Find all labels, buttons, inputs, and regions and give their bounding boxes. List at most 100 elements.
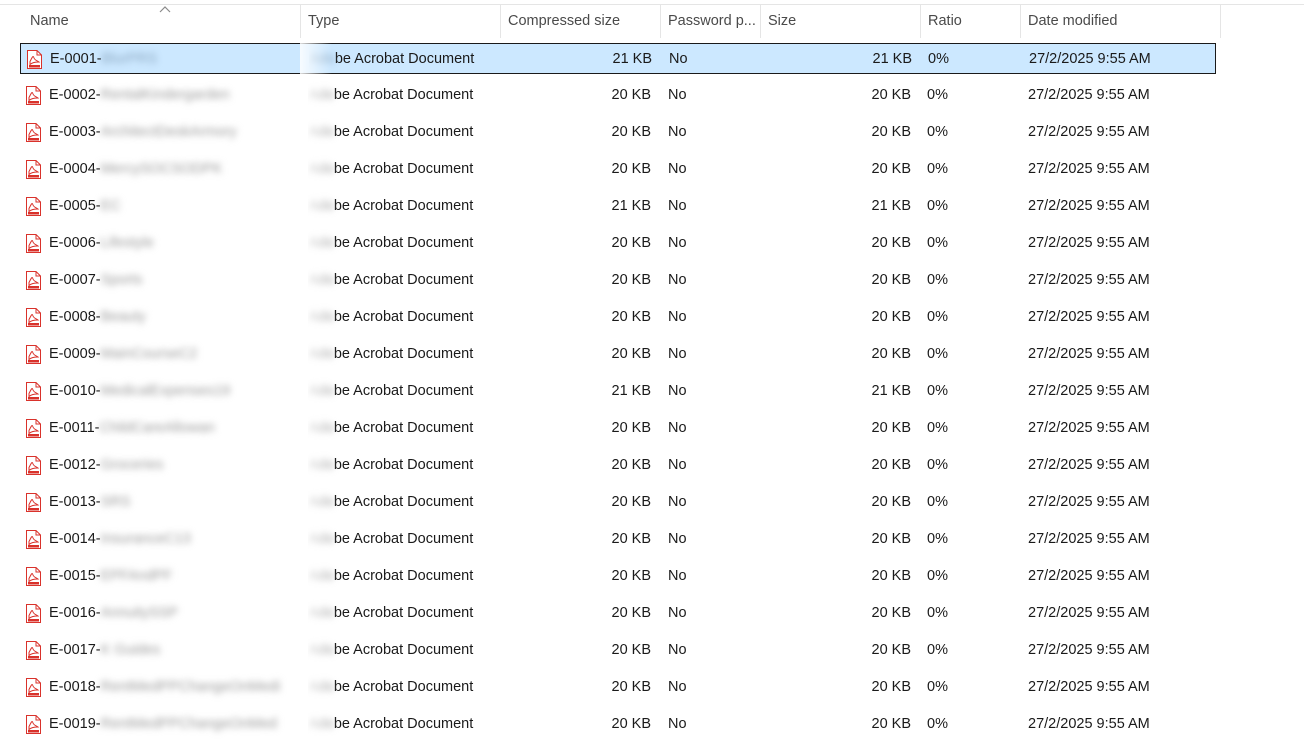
password-protected-cell: No: [668, 309, 687, 325]
compressed-size-cell: 20 KB: [611, 642, 652, 658]
table-row[interactable]: E-0006-Lifestyle Adobe Acrobat Document 20…: [20, 228, 1216, 259]
compressed-size-cell: 21 KB: [611, 383, 652, 399]
redacted-type-prefix: Ado: [308, 198, 334, 214]
redacted-name: EC: [100, 198, 121, 214]
file-type: be Acrobat Document: [333, 235, 474, 251]
redacted-name: InsuranceC13: [100, 531, 191, 547]
column-header-size[interactable]: Size: [760, 5, 920, 38]
column-header-compressed-size[interactable]: Compressed size: [500, 5, 660, 38]
redacted-name: Groceries: [100, 457, 164, 473]
file-type-cell: Adobe Acrobat Document: [308, 302, 498, 333]
file-name: E-0001-: [50, 51, 102, 67]
file-name-cell[interactable]: E-0012-Groceries: [49, 450, 309, 481]
file-type: be Acrobat Document: [333, 87, 474, 103]
file-type: be Acrobat Document: [333, 420, 474, 436]
file-name-cell[interactable]: E-0017-K Guides: [49, 635, 309, 666]
table-row[interactable]: E-0015-EPFAndPF Adobe Acrobat Document 20 …: [20, 561, 1216, 592]
ratio-cell: 0%: [928, 51, 949, 67]
file-type-cell: Adobe Acrobat Document: [308, 228, 498, 259]
file-type: be Acrobat Document: [333, 272, 474, 288]
file-name: E-0007-: [49, 272, 101, 288]
date-modified-cell: 27/2/2025 9:55 AM: [1028, 383, 1150, 399]
password-protected-cell: No: [668, 420, 687, 436]
column-header-ratio[interactable]: Ratio: [920, 5, 1020, 38]
file-name-cell[interactable]: E-0001-BlurPRS: [50, 44, 310, 75]
file-name-cell[interactable]: E-0003-ArchitectDeskArmory: [49, 117, 309, 148]
column-header-password[interactable]: Password p...: [660, 5, 760, 38]
file-name-cell[interactable]: E-0014-InsuranceC13: [49, 524, 309, 555]
file-name: E-0009-: [49, 346, 101, 362]
table-row[interactable]: E-0014-InsuranceC13 Adobe Acrobat Documen…: [20, 524, 1216, 555]
ratio-cell: 0%: [927, 605, 948, 621]
table-row[interactable]: E-0013-SRS Adobe Acrobat Document 20 KB No 2…: [20, 487, 1216, 518]
pdf-file-icon: [25, 197, 42, 216]
table-row[interactable]: E-0008-Beauty Adobe Acrobat Document 20 KB…: [20, 302, 1216, 333]
table-row[interactable]: E-0002-RentalKindergarden Adobe Acrobat D…: [20, 80, 1216, 111]
file-name: E-0019-: [49, 716, 101, 732]
date-modified-cell: 27/2/2025 9:55 AM: [1028, 346, 1150, 362]
column-resize-handle[interactable]: [1220, 5, 1221, 38]
size-cell: 20 KB: [871, 605, 912, 621]
file-type: be Acrobat Document: [333, 161, 474, 177]
redacted-type-prefix: Ado: [308, 494, 334, 510]
table-row[interactable]: E-0001-BlurPRS Adobe Acrobat Document 21 K…: [20, 43, 1216, 74]
file-name-cell[interactable]: E-0004-MercySOCSODPK: [49, 154, 309, 185]
ratio-cell: 0%: [927, 124, 948, 140]
ratio-cell: 0%: [927, 272, 948, 288]
date-modified-cell: 27/2/2025 9:55 AM: [1028, 235, 1150, 251]
pdf-file-icon: [25, 678, 42, 697]
file-name-cell[interactable]: E-0019-RentMedPPChangeOnMed: [49, 709, 309, 740]
file-name: E-0012-: [49, 457, 101, 473]
file-name-cell[interactable]: E-0015-EPFAndPF: [49, 561, 309, 592]
pdf-file-icon: [25, 641, 42, 660]
table-row[interactable]: E-0019-RentMedPPChangeOnMed Adobe Acrobat…: [20, 709, 1216, 740]
file-type-cell: Adobe Acrobat Document: [308, 450, 498, 481]
column-header-date-modified-label: Date modified: [1028, 13, 1118, 29]
compressed-size-cell: 20 KB: [611, 716, 652, 732]
file-type: be Acrobat Document: [334, 51, 475, 67]
size-cell: 20 KB: [871, 309, 912, 325]
compressed-size-cell: 20 KB: [611, 124, 652, 140]
table-row[interactable]: E-0004-MercySOCSODPK Adobe Acrobat Docume…: [20, 154, 1216, 185]
file-name-cell[interactable]: E-0016-AnnuitySSP: [49, 598, 309, 629]
file-name-cell[interactable]: E-0013-SRS: [49, 487, 309, 518]
file-type: be Acrobat Document: [333, 605, 474, 621]
file-name-cell[interactable]: E-0008-Beauty: [49, 302, 309, 333]
table-row[interactable]: E-0010-MedicalExpenses19 Adobe Acrobat Do…: [20, 376, 1216, 407]
column-header-date-modified[interactable]: Date modified: [1020, 5, 1220, 38]
table-row[interactable]: E-0003-ArchitectDeskArmory Adobe Acrobat …: [20, 117, 1216, 148]
pdf-file-icon: [25, 123, 42, 142]
password-protected-cell: No: [668, 198, 687, 214]
table-row[interactable]: E-0018-RentMedPPChangeOnMedi Adobe Acroba…: [20, 672, 1216, 703]
file-name-cell[interactable]: E-0002-RentalKindergarden: [49, 80, 309, 111]
file-name-cell[interactable]: E-0007-Sports: [49, 265, 309, 296]
table-row[interactable]: E-0005-EC Adobe Acrobat Document 21 KB No 21…: [20, 191, 1216, 222]
file-name-cell[interactable]: E-0009-MainCourseC2: [49, 339, 309, 370]
redacted-name: SRS: [100, 494, 131, 510]
file-name-cell[interactable]: E-0005-EC: [49, 191, 309, 222]
file-name-cell[interactable]: E-0006-Lifestyle: [49, 228, 309, 259]
password-protected-cell: No: [668, 531, 687, 547]
file-name-cell[interactable]: E-0011-ChildCareAllowan: [49, 413, 309, 444]
file-name-cell[interactable]: E-0010-MedicalExpenses19: [49, 376, 309, 407]
size-cell: 21 KB: [872, 51, 913, 67]
table-row[interactable]: E-0011-ChildCareAllowan Adobe Acrobat Doc…: [20, 413, 1216, 444]
table-row[interactable]: E-0012-Groceries Adobe Acrobat Document 20…: [20, 450, 1216, 481]
size-cell: 20 KB: [871, 346, 912, 362]
date-modified-cell: 27/2/2025 9:55 AM: [1028, 420, 1150, 436]
file-name-cell[interactable]: E-0018-RentMedPPChangeOnMedi: [49, 672, 309, 703]
table-row[interactable]: E-0009-MainCourseC2 Adobe Acrobat Documen…: [20, 339, 1216, 370]
column-header-name[interactable]: Name: [30, 5, 300, 38]
table-row[interactable]: E-0007-Sports Adobe Acrobat Document 20 KB…: [20, 265, 1216, 296]
file-type-cell: Adobe Acrobat Document: [308, 117, 498, 148]
redacted-name: ChildCareAllowan: [99, 420, 215, 436]
table-row[interactable]: E-0016-AnnuitySSP Adobe Acrobat Document 2…: [20, 598, 1216, 629]
password-protected-cell: No: [668, 124, 687, 140]
ratio-cell: 0%: [927, 457, 948, 473]
redacted-name: Lifestyle: [100, 235, 154, 251]
column-header-compressed-size-label: Compressed size: [508, 13, 621, 29]
table-row[interactable]: E-0017-K Guides Adobe Acrobat Document 20 …: [20, 635, 1216, 666]
column-header-type[interactable]: Type: [300, 5, 500, 38]
size-cell: 20 KB: [871, 642, 912, 658]
redacted-name: RentMedPPChangeOnMedi: [100, 679, 281, 695]
